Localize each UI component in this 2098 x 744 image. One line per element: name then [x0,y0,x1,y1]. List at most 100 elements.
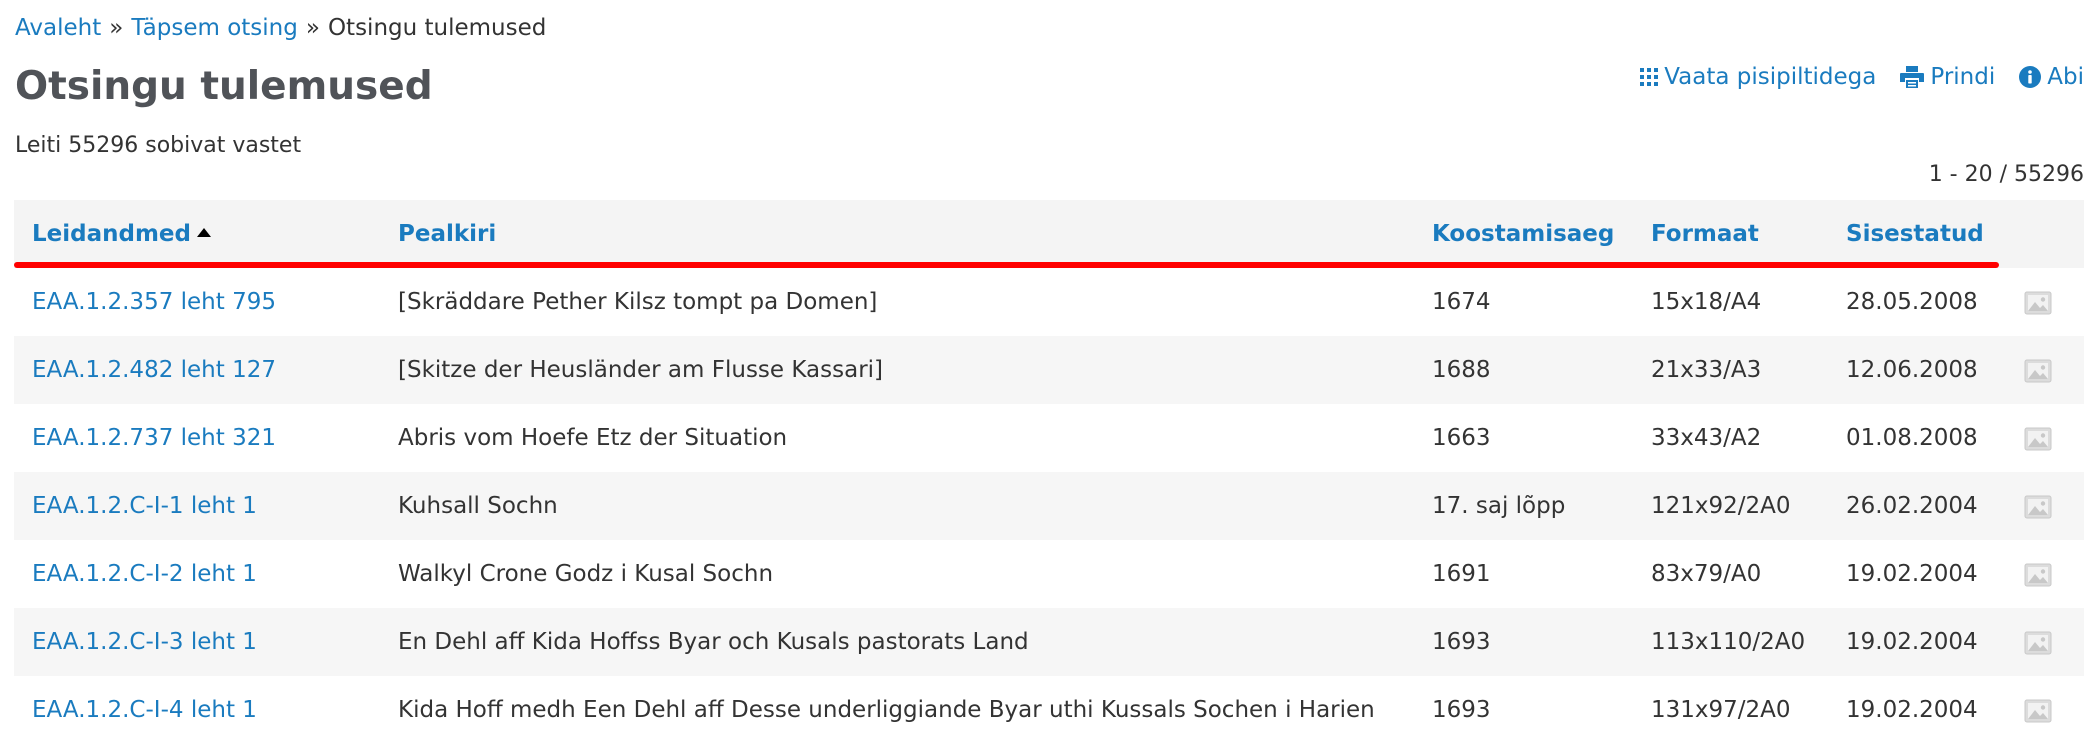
row-format: 21x33/A3 [1651,357,1762,383]
table-cell: 1674 [1414,268,1633,336]
page-actions: Vaata pisipiltidega Prindi Abi [1616,62,2084,92]
printer-icon [1900,66,1925,88]
row-reference-link[interactable]: EAA.1.2.737 leht 321 [32,425,276,451]
table-cell: 01.08.2008 [1828,404,2006,472]
results-table: Leidandmed Pealkiri Koostamisaeg Formaat… [14,200,2084,744]
column-header-koostamisaeg[interactable]: Koostamisaeg [1414,200,1633,268]
breadcrumb-separator: » [305,15,320,41]
row-added-date: 19.02.2004 [1846,697,1978,723]
image-placeholder-icon[interactable] [2024,563,2052,587]
table-cell [2006,404,2084,472]
row-format: 121x92/2A0 [1651,493,1791,519]
row-added-date: 01.08.2008 [1846,425,1978,451]
table-cell: 21x33/A3 [1633,336,1828,404]
table-cell: EAA.1.2.C-I-4 leht 1 [14,676,380,744]
row-title: En Dehl aff Kida Hoffss Byar och Kusals … [398,629,1029,655]
row-title: [Skräddare Pether Kilsz tompt pa Domen] [398,289,878,315]
column-header-sisestatud[interactable]: Sisestatud [1828,200,2006,268]
row-added-date: 19.02.2004 [1846,629,1978,655]
table-cell: 83x79/A0 [1633,540,1828,608]
image-placeholder-icon[interactable] [2024,495,2052,519]
row-reference-link[interactable]: EAA.1.2.C-I-2 leht 1 [32,561,257,587]
table-cell: 28.05.2008 [1828,268,2006,336]
sort-ascending-icon [197,228,211,237]
table-cell: 1663 [1414,404,1633,472]
row-reference-link[interactable]: EAA.1.2.482 leht 127 [32,357,276,383]
row-added-date: 12.06.2008 [1846,357,1978,383]
column-header-leidandmed[interactable]: Leidandmed [14,200,380,268]
table-cell: 19.02.2004 [1828,540,2006,608]
highlight-underline [14,262,1999,268]
image-placeholder-icon[interactable] [2024,291,2052,315]
grid-icon [1640,68,1659,86]
table-cell: 17. saj lõpp [1414,472,1633,540]
table-cell: Walkyl Crone Godz i Kusal Sochn [380,540,1414,608]
breadcrumb-advanced-search-link[interactable]: Täpsem otsing [131,15,298,41]
row-date: 1688 [1432,357,1491,383]
table-cell: 131x97/2A0 [1633,676,1828,744]
row-format: 15x18/A4 [1651,289,1762,315]
table-cell: 121x92/2A0 [1633,472,1828,540]
table-cell: [Skitze der Heusländer am Flusse Kassari… [380,336,1414,404]
table-cell: EAA.1.2.C-I-3 leht 1 [14,608,380,676]
table-row[interactable]: EAA.1.2.357 leht 795 [Skräddare Pether Ki… [14,268,2084,336]
table-cell: 19.02.2004 [1828,608,2006,676]
table-cell [2006,676,2084,744]
row-date: 1691 [1432,561,1491,587]
row-reference-link[interactable]: EAA.1.2.C-I-1 leht 1 [32,493,257,519]
help-link[interactable]: Abi [2019,62,2084,92]
row-format: 83x79/A0 [1651,561,1762,587]
pager-range: 1 - 20 / 55296 [1928,162,2084,187]
table-cell [2006,472,2084,540]
table-row[interactable]: EAA.1.2.C-I-4 leht 1 Kida Hoff medh Een D… [14,676,2084,744]
column-header-pealkiri[interactable]: Pealkiri [380,200,1414,268]
column-header-preview [2006,200,2084,268]
table-cell: EAA.1.2.357 leht 795 [14,268,380,336]
table-cell: EAA.1.2.737 leht 321 [14,404,380,472]
table-cell [2006,540,2084,608]
table-cell: 1691 [1414,540,1633,608]
print-link[interactable]: Prindi [1900,62,1995,92]
table-body: EAA.1.2.357 leht 795 [Skräddare Pether Ki… [14,268,2084,744]
info-icon [2019,66,2042,88]
table-row[interactable]: EAA.1.2.C-I-3 leht 1 En Dehl aff Kida Hof… [14,608,2084,676]
breadcrumb-home-link[interactable]: Avaleht [15,15,101,41]
table-cell [2006,608,2084,676]
table-row[interactable]: EAA.1.2.737 leht 321 Abris vom Hoefe Etz … [14,404,2084,472]
page-title: Otsingu tulemused [15,64,433,109]
table-cell: 1688 [1414,336,1633,404]
row-date: 1663 [1432,425,1491,451]
table-cell: 26.02.2004 [1828,472,2006,540]
image-placeholder-icon[interactable] [2024,699,2052,723]
view-thumbnails-label: Vaata pisipiltidega [1664,64,1877,90]
row-reference-link[interactable]: EAA.1.2.C-I-4 leht 1 [32,697,257,723]
breadcrumb: Avaleht » Täpsem otsing » Otsingu tulemused [15,13,546,43]
row-date: 1674 [1432,289,1491,315]
row-reference-link[interactable]: EAA.1.2.357 leht 795 [32,289,276,315]
table-header-row: Leidandmed Pealkiri Koostamisaeg Formaat… [14,200,2084,268]
table-cell: Abris vom Hoefe Etz der Situation [380,404,1414,472]
table-cell: 113x110/2A0 [1633,608,1828,676]
breadcrumb-current: Otsingu tulemused [327,15,547,41]
column-header-formaat[interactable]: Formaat [1633,200,1828,268]
row-title: Walkyl Crone Godz i Kusal Sochn [398,561,774,587]
image-placeholder-icon[interactable] [2024,631,2052,655]
breadcrumb-separator: » [109,15,124,41]
image-placeholder-icon[interactable] [2024,427,2052,451]
view-thumbnails-link[interactable]: Vaata pisipiltidega [1640,62,1876,92]
row-title: Abris vom Hoefe Etz der Situation [398,425,788,451]
row-format: 33x43/A2 [1651,425,1762,451]
row-added-date: 28.05.2008 [1846,289,1978,315]
table-row[interactable]: EAA.1.2.C-I-2 leht 1 Walkyl Crone Godz i … [14,540,2084,608]
table-cell: 19.02.2004 [1828,676,2006,744]
row-added-date: 26.02.2004 [1846,493,1978,519]
row-reference-link[interactable]: EAA.1.2.C-I-3 leht 1 [32,629,257,655]
table-row[interactable]: EAA.1.2.C-I-1 leht 1 Kuhsall Sochn 17. saj… [14,472,2084,540]
row-title: Kida Hoff medh Een Dehl aff Desse underl… [398,697,1375,723]
row-date: 17. saj lõpp [1432,493,1566,519]
table-cell: En Dehl aff Kida Hoffss Byar och Kusals … [380,608,1414,676]
row-title: Kuhsall Sochn [398,493,558,519]
table-row[interactable]: EAA.1.2.482 leht 127 [Skitze der Heusländ… [14,336,2084,404]
row-date: 1693 [1432,697,1491,723]
image-placeholder-icon[interactable] [2024,359,2052,383]
